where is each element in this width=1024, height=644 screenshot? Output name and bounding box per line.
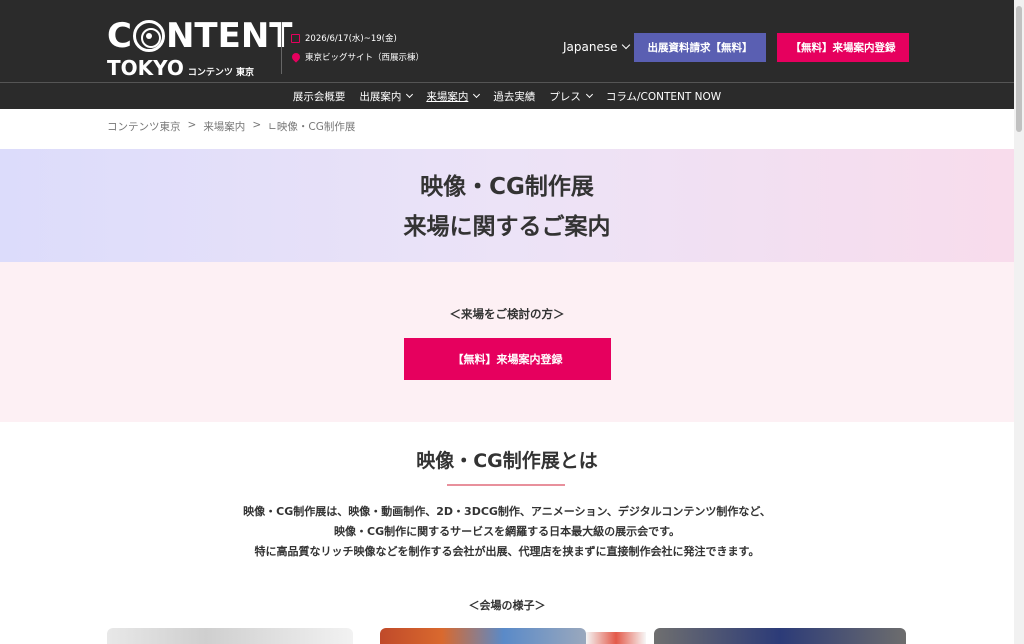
page-title-line-1: 映像・CG制作展 [420,174,594,200]
about-line-1: 映像・CG制作展は、映像・動画制作、2D・3DCG制作、アニメーション、デジタル… [243,505,771,518]
scrollbar-thumb[interactable] [1016,6,1022,132]
event-venue: 東京ビッグサイト（西展示棟） [305,53,425,63]
logo-letters-ntent: NTENT [165,16,293,56]
venue-caption: ＜会場の様子＞ [468,599,546,612]
cta-registration-button[interactable]: 【無料】来場案内登録 [404,338,611,380]
main-nav: 展示会概要 出展案内 来場案内 過去実績 プレス コラム/CONTENT NOW [0,82,1014,109]
nav-item-overview[interactable]: 展示会概要 [293,89,346,104]
nav-item-exhibit[interactable]: 出展案内 [359,89,414,104]
about-description: 映像・CG制作展は、映像・動画制作、2D・3DCG制作、アニメーション、デジタル… [0,502,1014,562]
hero-banner: 映像・CG制作展 来場に関するご案内 [0,149,1014,262]
chevron-down-icon [621,40,630,50]
page-title-line-2: 来場に関するご案内 [403,214,611,240]
logo-subline: TOKYO コンテンツ 東京 [107,56,292,80]
content-tokyo-logo[interactable]: C NTENT TOKYO コンテンツ 東京 [107,18,292,80]
logo-content-text: C NTENT [107,18,292,54]
site-header: C NTENT TOKYO コンテンツ 東京 2026/6/17(水)~19(金)… [0,0,1014,82]
breadcrumb-link-visit[interactable]: 来場案内 [203,119,245,134]
event-date-row: 2026/6/17(水)~19(金) [291,31,424,45]
breadcrumb-current: ∟映像・CG制作展 [268,121,356,133]
exhibit-request-button[interactable]: 出展資料請求【無料】 [634,33,766,62]
nav-label: 来場案内 [426,90,469,103]
header-divider [281,22,282,74]
logo-letter-c: C [107,16,132,56]
page-title: 映像・CG制作展 来場に関するご案内 [0,149,1014,247]
venue-photo-1 [107,628,353,644]
logo-jp-name: コンテンツ 東京 [187,68,255,78]
nav-label: プレス [549,90,581,103]
event-date: 2026/6/17(水)~19(金) [305,34,397,44]
nav-item-press[interactable]: プレス [549,89,593,104]
language-selector[interactable]: Japanese [563,40,630,54]
breadcrumb-link-home[interactable]: コンテンツ東京 [107,119,181,134]
cta-caption: ＜来場をご検討の方＞ [449,307,565,321]
logo-tokyo: TOKYO [107,56,184,80]
venue-photo-2 [380,628,586,644]
nav-item-column[interactable]: コラム/CONTENT NOW [606,89,721,104]
nav-label: 出展案内 [359,90,402,103]
cta-section: ＜来場をご検討の方＞ 【無料】来場案内登録 [0,262,1014,422]
breadcrumb-separator: > [187,119,197,131]
venue-photo-2-edge [586,632,646,644]
page-scrollbar[interactable] [1014,0,1024,644]
about-line-3: 特に高品質なリッチ映像などを制作する会社が出展、代理店を挟まずに直接制作会社に発… [254,545,760,558]
breadcrumb: コンテンツ東京 > 来場案内 > ∟映像・CG制作展 [107,119,355,134]
event-venue-row: 東京ビッグサイト（西展示棟） [290,50,425,64]
chevron-down-icon [406,90,414,98]
breadcrumb-separator: > [252,119,262,131]
location-pin-icon [290,51,302,63]
language-label: Japanese [563,40,618,54]
chevron-down-icon [473,90,481,98]
about-heading: 映像・CG制作展とは [416,450,598,472]
nav-label: 過去実績 [493,90,536,103]
venue-photo-3 [654,628,906,644]
nav-item-visit[interactable]: 来場案内 [426,89,481,104]
nav-label: 展示会概要 [292,90,346,103]
event-info: 2026/6/17(水)~19(金) 東京ビッグサイト（西展示棟） [290,31,425,69]
heading-underline [447,484,565,486]
about-line-2: 映像・CG制作に関するサービスを網羅する日本最大級の展示会です。 [334,525,680,538]
visit-registration-button[interactable]: 【無料】来場案内登録 [777,33,909,62]
chevron-down-icon [585,90,593,98]
nav-label: コラム/CONTENT NOW [605,90,722,103]
logo-target-icon [132,20,165,52]
nav-item-past-results[interactable]: 過去実績 [493,89,535,104]
calendar-icon [291,33,300,43]
